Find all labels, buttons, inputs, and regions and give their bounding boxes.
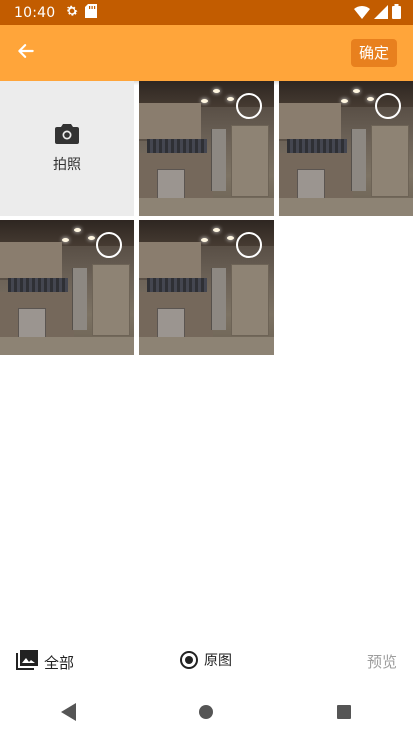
photo-grid: 拍照 [0, 81, 413, 355]
folder-selector[interactable]: 全部 [16, 650, 74, 674]
folder-label: 全部 [44, 653, 75, 672]
take-photo-tile[interactable]: 拍照 [0, 81, 134, 216]
status-time: 10:40 [14, 4, 56, 21]
select-checkbox[interactable] [375, 93, 401, 119]
select-checkbox[interactable] [236, 232, 262, 258]
nav-home-button[interactable] [176, 694, 236, 734]
preview-button[interactable]: 预览 [367, 651, 397, 672]
camera-icon [55, 123, 79, 148]
select-checkbox[interactable] [236, 93, 262, 119]
radio-icon [180, 651, 198, 669]
status-bar: 10:40 [0, 0, 413, 25]
back-button[interactable] [10, 37, 42, 69]
system-nav-bar [0, 690, 413, 738]
original-toggle[interactable]: 原图 [180, 650, 232, 670]
confirm-button[interactable]: 确定 [350, 39, 397, 67]
select-checkbox[interactable] [96, 232, 122, 258]
nav-back-button[interactable] [39, 694, 99, 734]
app-bar: 确定 [0, 25, 413, 81]
bottom-toolbar: 全部 原图 预览 [0, 640, 413, 684]
photo-thumbnail[interactable] [139, 220, 274, 355]
home-circle-icon [198, 704, 214, 724]
settings-icon [65, 3, 79, 22]
back-triangle-icon [60, 703, 77, 725]
original-label: 原图 [204, 653, 232, 669]
sd-card-icon [85, 3, 98, 22]
take-photo-label: 拍照 [53, 156, 81, 173]
photo-thumbnail[interactable] [279, 81, 413, 216]
photo-thumbnail[interactable] [139, 81, 274, 216]
photo-library-icon [16, 650, 38, 674]
battery-icon [392, 4, 401, 23]
back-arrow-icon [16, 41, 36, 65]
wifi-icon [354, 4, 370, 23]
nav-recents-button[interactable] [314, 694, 374, 734]
signal-icon [374, 4, 388, 23]
recents-square-icon [336, 704, 352, 724]
photo-thumbnail[interactable] [0, 220, 134, 355]
